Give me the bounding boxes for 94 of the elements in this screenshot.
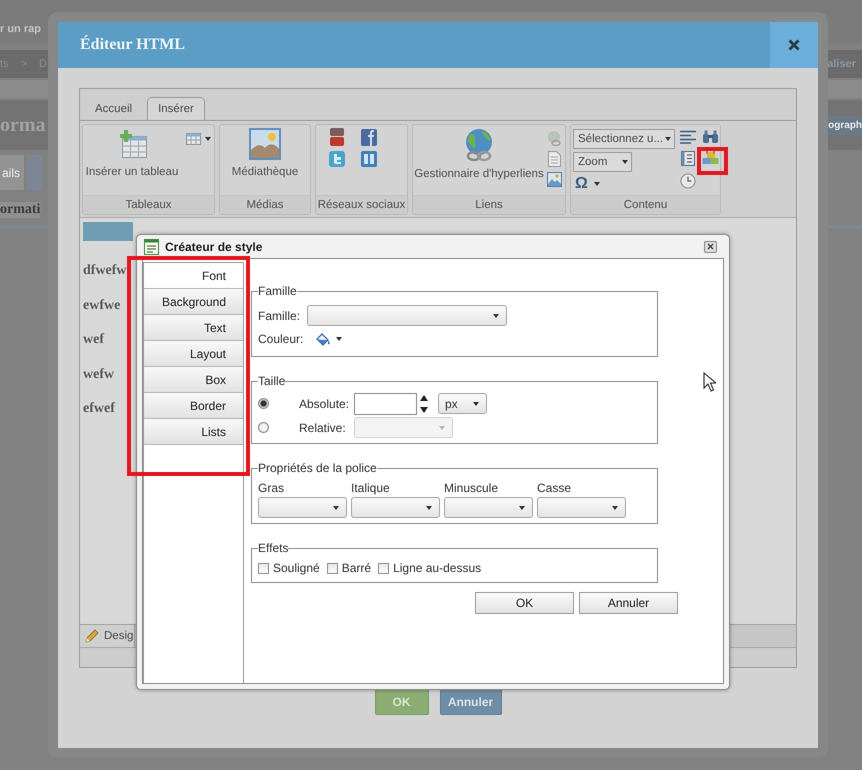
symbol-dropdown[interactable]: Ω: [573, 175, 600, 193]
ribbon-group-label: Tableaux: [83, 195, 214, 214]
font-property-dropdown[interactable]: [537, 497, 626, 518]
content-paragraph: wef: [83, 331, 104, 349]
close-icon: [707, 243, 714, 250]
caret-icon: [336, 337, 342, 341]
ribbon-tab[interactable]: Insérer: [147, 97, 205, 120]
caret-icon: [439, 426, 445, 430]
font-property-dropdown[interactable]: [351, 497, 440, 518]
group-legend: Taille: [258, 374, 286, 388]
font-property-dropdown[interactable]: [444, 497, 533, 518]
section-title: ormati: [0, 202, 40, 218]
checkbox-label: Souligné: [273, 561, 320, 575]
size-input[interactable]: [354, 392, 417, 414]
breadcrumb-separator: >: [20, 58, 27, 70]
font-family-dropdown[interactable]: [307, 305, 507, 326]
page-header-text: r un rap: [0, 23, 41, 35]
font-property-dropdown[interactable]: [258, 497, 347, 518]
cancel-button[interactable]: Annuler: [579, 592, 678, 614]
checkbox[interactable]: [378, 562, 390, 574]
caret-icon: [519, 506, 525, 510]
zoom-dropdown[interactable]: Zoom: [573, 152, 632, 172]
content-paragraph: dfwefw: [83, 262, 127, 280]
style-builder-icon[interactable]: [702, 151, 718, 165]
content-paragraph: wefw: [83, 366, 114, 384]
category-tab[interactable]: Lists: [144, 419, 243, 445]
hyperlink-manager-button[interactable]: Gestionnaire d'hyperliens: [416, 125, 542, 195]
group-legend: Effets: [258, 541, 288, 555]
field-label: Casse: [537, 481, 572, 495]
format-dropdown[interactable]: Sélectionnez u...: [573, 129, 675, 149]
field-label: Relative:: [299, 420, 347, 434]
category-tab[interactable]: Text: [144, 315, 243, 341]
caret-icon: [622, 160, 628, 164]
caret-icon: [612, 506, 618, 510]
content-paragraph: efwef: [83, 400, 115, 418]
highlight-frame: [697, 147, 728, 175]
ribbon-tab[interactable]: Accueil: [84, 97, 144, 120]
content-paragraph: ewfwe: [83, 296, 120, 314]
ribbon-group-label: Contenu: [571, 195, 720, 214]
ribbon-group-label: Réseaux sociaux: [316, 195, 407, 214]
picture-icon: [249, 128, 281, 160]
clock-icon[interactable]: [680, 173, 696, 189]
design-mode-tab[interactable]: Desig: [80, 625, 135, 647]
photo-placeholder: [83, 222, 133, 241]
group-legend: Propriétés de la police: [258, 461, 377, 475]
field-label: Minuscule: [444, 481, 500, 495]
social-network-icon[interactable]: [361, 128, 377, 146]
calendar-page-icon[interactable]: [681, 151, 695, 166]
field-label: Couleur:: [258, 332, 304, 346]
field-label: Famille:: [258, 308, 302, 322]
document-icon: [144, 238, 159, 254]
radio-button[interactable]: [258, 398, 269, 409]
group-legend: Famille: [258, 284, 297, 298]
page-action-button[interactable]: ograph: [825, 116, 862, 134]
close-icon: [788, 39, 800, 51]
document-icon[interactable]: [548, 151, 561, 167]
align-lines-icon[interactable]: [680, 130, 696, 144]
close-button[interactable]: [704, 240, 717, 252]
category-tab[interactable]: Border: [144, 393, 243, 419]
category-tab[interactable]: Background: [144, 289, 243, 315]
binoculars-icon[interactable]: [702, 130, 718, 144]
field-label: Absolute:: [299, 396, 350, 410]
caret-icon: [493, 314, 499, 318]
checkbox-label: Ligne au-dessus: [393, 561, 482, 575]
ribbon-group-label: Liens: [413, 195, 565, 214]
close-button[interactable]: [770, 22, 818, 68]
caret-icon: [426, 506, 432, 510]
media-library-button[interactable]: Médiathèque: [223, 125, 307, 195]
caret-icon: [473, 402, 479, 406]
checkbox[interactable]: [258, 562, 269, 574]
image-map-icon[interactable]: [547, 172, 562, 187]
ok-button[interactable]: OK: [475, 592, 574, 614]
field-label: Gras: [258, 481, 286, 495]
ribbon-group-label: Médias: [220, 195, 310, 214]
caret-icon: [594, 182, 600, 186]
checkbox-label: Barré: [342, 561, 372, 575]
color-picker-button[interactable]: [316, 332, 342, 346]
dialog-title: Créateur de style: [165, 240, 262, 254]
modal-title: Éditeur HTML: [79, 36, 186, 54]
category-tab[interactable]: Layout: [144, 341, 243, 367]
insert-table-button[interactable]: Insérer un tableau: [84, 125, 180, 195]
unit-dropdown[interactable]: px: [438, 393, 487, 414]
table-dropdown-button[interactable]: [186, 132, 211, 146]
caret-icon: [333, 506, 339, 510]
link-remove-icon[interactable]: [547, 130, 562, 146]
caret-icon: [205, 137, 211, 141]
paint-bucket-icon: [316, 332, 331, 346]
mouse-pointer-icon: [703, 372, 716, 392]
caret-icon: [665, 137, 671, 141]
category-tab[interactable]: Box: [144, 367, 243, 393]
pencil-icon: [85, 629, 99, 643]
checkbox[interactable]: [326, 562, 338, 574]
table-grid-icon: [186, 133, 201, 145]
field-label: Italique: [351, 481, 391, 495]
